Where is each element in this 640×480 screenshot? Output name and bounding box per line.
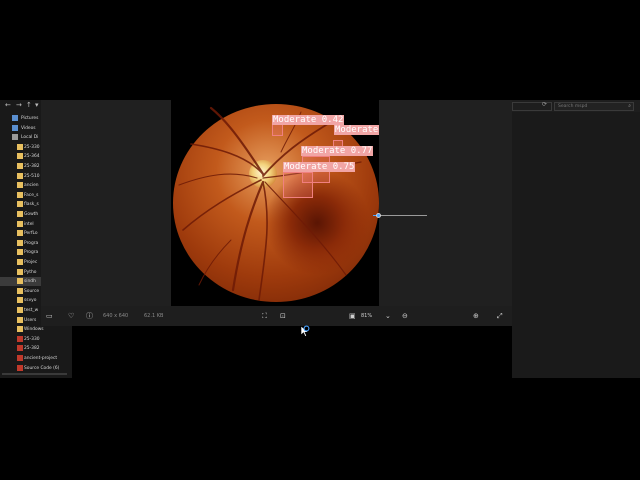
tree-item-label: 25-330 bbox=[24, 336, 40, 342]
detection-box bbox=[272, 124, 283, 136]
tree-item-label: ancien bbox=[24, 183, 39, 189]
info-icon[interactable]: ⓘ bbox=[86, 311, 93, 321]
folder-icon bbox=[17, 191, 23, 198]
tree-item-label: Videos bbox=[21, 125, 36, 131]
crop-icon[interactable]: ⛶ bbox=[262, 311, 267, 321]
tree-item-label: test_w bbox=[24, 308, 39, 313]
image-canvas[interactable]: Moderate 0.42 Moderate Moderate 0.77 Mod… bbox=[171, 100, 379, 306]
tree-item-label: Face_s bbox=[24, 192, 39, 198]
tree-item-label: Gowth bbox=[24, 212, 39, 217]
enhance-icon[interactable]: ⊡ bbox=[280, 311, 286, 321]
tree-item-label: ancient-project bbox=[24, 356, 58, 361]
folder-icon bbox=[17, 287, 23, 294]
tree-item[interactable]: Source Code (6) bbox=[0, 364, 72, 373]
horizontal-scrollbar[interactable] bbox=[2, 373, 67, 375]
tree-item[interactable]: ancient-project bbox=[0, 354, 72, 363]
file-size: 62.1 KB bbox=[144, 313, 164, 319]
folder-icon bbox=[17, 316, 23, 323]
tree-item-label: Source Code (6) bbox=[24, 365, 60, 371]
tree-item-label: PerfLo bbox=[24, 231, 38, 237]
image-dimensions: 640 x 640 bbox=[103, 313, 129, 319]
folder-icon bbox=[17, 249, 23, 256]
folder-icon bbox=[17, 259, 23, 265]
videos-icon bbox=[12, 124, 18, 131]
tree-item-label: Progra bbox=[24, 250, 39, 256]
folder-icon bbox=[17, 163, 23, 169]
up-arrow-icon[interactable]: ↑ bbox=[26, 101, 32, 110]
zoom-dropdown-icon[interactable]: ⌄ bbox=[385, 311, 391, 321]
tree-item[interactable]: 25-330 bbox=[0, 335, 72, 344]
viewer-toolbar: ▭ ♡ ⓘ 640 x 640 62.1 KB ⛶ ⊡ ▣ 81% ⌄ ⊖ ⊕ … bbox=[41, 306, 512, 326]
detection-label: Moderate 0.42 bbox=[272, 115, 345, 125]
zoom-slider-track[interactable] bbox=[373, 215, 427, 216]
photo-viewer-window: Moderate 0.42 Moderate Moderate 0.77 Mod… bbox=[41, 100, 512, 326]
folder-icon bbox=[17, 239, 23, 246]
folder-icon bbox=[17, 220, 23, 227]
drive-icon bbox=[12, 134, 18, 141]
search-icon[interactable]: ⌕ bbox=[628, 103, 631, 110]
zip-icon bbox=[17, 345, 23, 352]
mouse-cursor-icon bbox=[300, 325, 310, 337]
tree-item-label: 25-364 bbox=[24, 154, 40, 160]
fullscreen-icon[interactable]: ⤢ bbox=[497, 311, 503, 321]
folder-icon bbox=[17, 307, 23, 313]
folder-icon bbox=[17, 268, 23, 275]
tree-item-label: Progra bbox=[24, 240, 39, 246]
folder-icon bbox=[17, 326, 23, 333]
forward-arrow-icon[interactable]: → bbox=[16, 101, 22, 110]
zoom-level[interactable]: 81% bbox=[361, 311, 372, 321]
tree-item-label: Local Di bbox=[21, 135, 39, 141]
folder-icon bbox=[17, 278, 23, 285]
tree-item-label: Pytho bbox=[24, 269, 37, 275]
folder-icon bbox=[17, 230, 23, 237]
zoom-slider-thumb[interactable] bbox=[375, 213, 381, 218]
zoom-out-icon[interactable]: ⊖ bbox=[402, 311, 408, 321]
zip-icon bbox=[17, 355, 23, 361]
expand-chevron-icon[interactable]: ▾ bbox=[35, 101, 39, 110]
tree-item-label: 25-330 bbox=[24, 144, 40, 150]
detection-label: Moderate bbox=[334, 125, 379, 135]
tree-item-label: ssvyo bbox=[24, 298, 37, 304]
tree-item-label: sindh bbox=[24, 279, 36, 285]
pictures-icon bbox=[12, 115, 18, 121]
address-bar-area: ⟳ Search mspd ⌕ bbox=[512, 100, 640, 112]
search-placeholder: Search mspd bbox=[558, 104, 588, 109]
folder-icon bbox=[17, 172, 23, 179]
folder-icon bbox=[17, 182, 23, 189]
monitor-icon[interactable]: ▭ bbox=[46, 311, 53, 321]
back-arrow-icon[interactable]: ← bbox=[5, 101, 11, 110]
tree-item-label: Windows bbox=[24, 327, 44, 333]
refresh-icon[interactable]: ⟳ bbox=[542, 101, 547, 108]
tree-item-label: Users bbox=[24, 317, 37, 323]
detection-label: Moderate 0.77 bbox=[301, 146, 374, 156]
tree-item-label: flask_s bbox=[24, 202, 39, 208]
tree-item-label: Projec bbox=[24, 260, 38, 265]
folder-icon bbox=[17, 211, 23, 217]
tree-item-label: 25-510 bbox=[24, 173, 40, 179]
tree-item[interactable]: 25-382 bbox=[0, 344, 72, 353]
tree-item[interactable]: Windows bbox=[0, 325, 72, 334]
folder-icon bbox=[17, 153, 23, 160]
tree-item-label: 25-382 bbox=[24, 346, 40, 352]
tree-item-label: Source bbox=[24, 288, 40, 294]
detection-box bbox=[283, 172, 313, 198]
detection-label: Moderate 0.75 bbox=[283, 162, 356, 172]
zoom-in-icon[interactable]: ⊕ bbox=[473, 311, 479, 321]
zip-icon bbox=[17, 364, 23, 371]
folder-icon bbox=[17, 143, 23, 150]
fit-to-window-icon[interactable]: ▣ bbox=[349, 311, 356, 321]
folder-icon bbox=[17, 201, 23, 208]
zip-icon bbox=[17, 335, 23, 342]
folder-icon bbox=[17, 297, 23, 304]
search-input[interactable]: Search mspd ⌕ bbox=[554, 102, 634, 111]
explorer-content-pane: ⟳ Search mspd ⌕ bbox=[512, 100, 640, 378]
favorite-heart-icon[interactable]: ♡ bbox=[68, 311, 74, 321]
tree-item-label: 25-382 bbox=[24, 164, 40, 169]
tree-item-label: Pictures bbox=[21, 116, 39, 121]
tree-item-label: intel bbox=[24, 221, 34, 227]
